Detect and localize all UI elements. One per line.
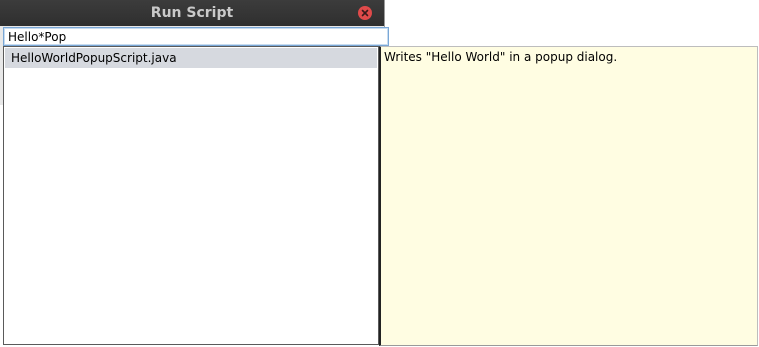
screen: Run Script HelloWorldPopupScript.java Wr… [0,0,759,347]
close-icon [361,9,369,17]
script-description-panel: Writes "Hello World" in a popup dialog. [379,46,758,346]
script-description-text: Writes "Hello World" in a popup dialog. [384,50,618,64]
list-item[interactable]: HelloWorldPopupScript.java [5,48,377,68]
script-results-list[interactable]: HelloWorldPopupScript.java [3,46,379,345]
close-button[interactable] [358,6,372,20]
title-bar[interactable]: Run Script [0,0,384,26]
window-title: Run Script [150,5,234,21]
script-search-input[interactable] [3,27,389,46]
